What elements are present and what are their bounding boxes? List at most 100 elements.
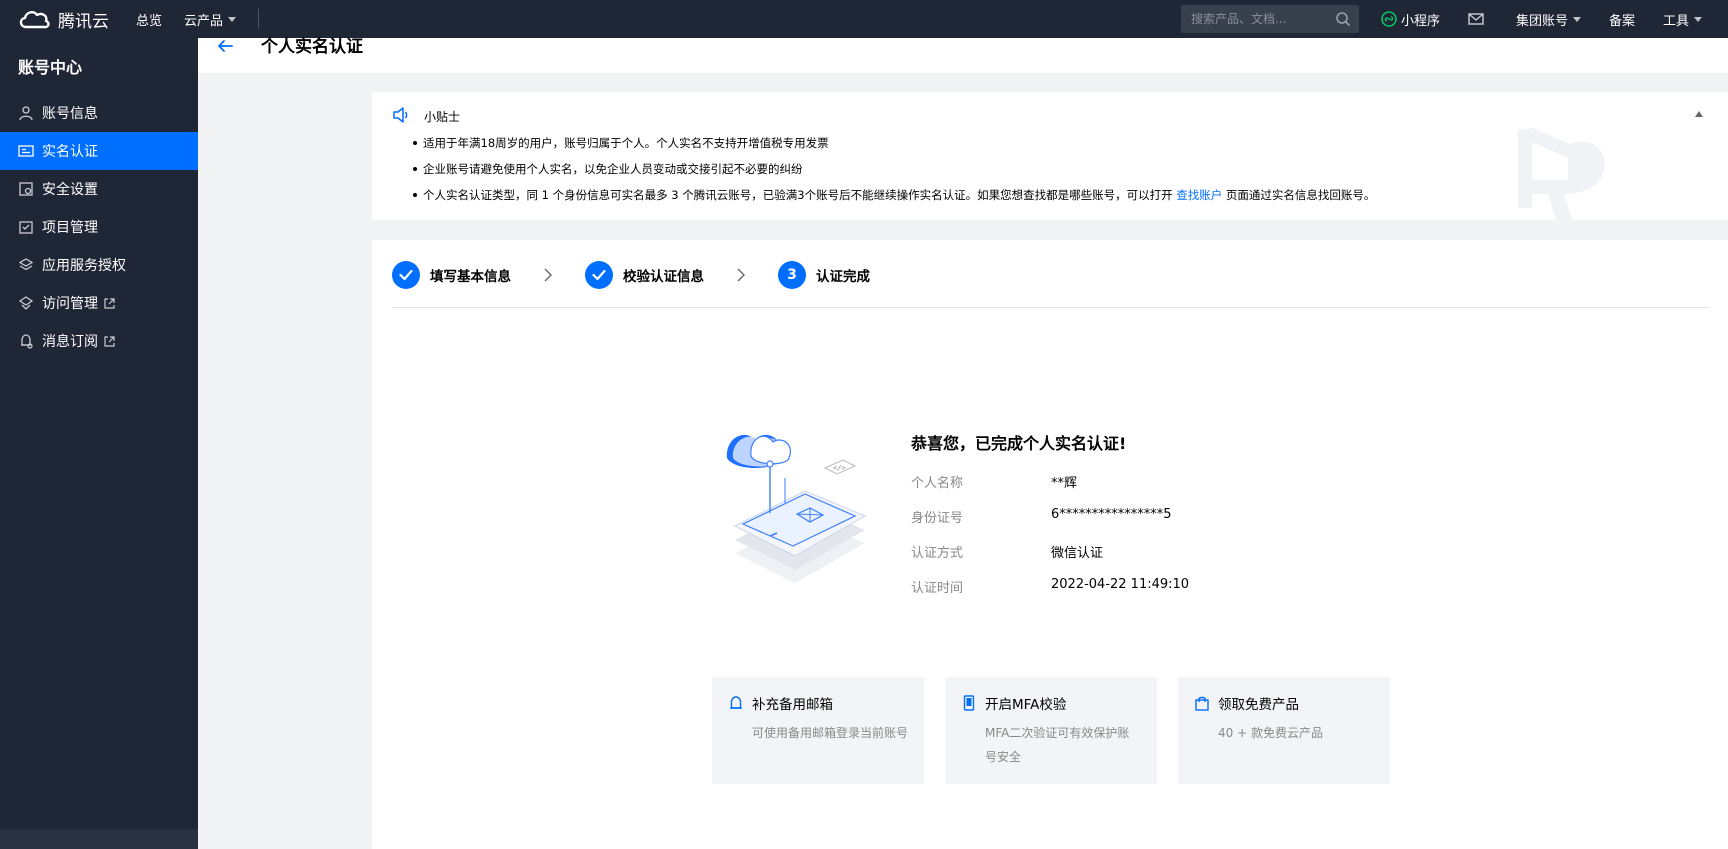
miniprogram-label: 小程序 [1400, 13, 1440, 29]
detail-row-method: 认证方式 微信认证 [911, 542, 1189, 577]
search-box[interactable] [1180, 5, 1359, 33]
feature-mfa[interactable]: 开启MFA校验 MFA二次验证可有效保护账号安全 [945, 677, 1157, 784]
detail-value: 微信认证 [1051, 546, 1104, 561]
step-number: 3 [778, 261, 806, 289]
feature-title: 领取免费产品 [1218, 697, 1299, 713]
detail-key: 身份证号 [911, 511, 964, 526]
step-label: 认证完成 [816, 269, 870, 285]
chevron-down-icon [1694, 16, 1702, 22]
verification-details: 个人名称 **辉 身份证号 6****************5 认证方式 微信… [911, 472, 1189, 612]
search-input[interactable] [1190, 12, 1331, 26]
tips-item: 适用于年满18周岁的用户，账号归属于个人。个人实名不支持开增值税专用发票 [413, 135, 1375, 161]
step-label: 校验认证信息 [623, 269, 704, 285]
find-account-link[interactable]: 查找账户 [1176, 188, 1222, 202]
sidebar-item-real-name[interactable]: 实名认证 [0, 132, 198, 170]
check-icon [585, 261, 613, 289]
sidebar-item-label: 实名认证 [42, 144, 98, 160]
feature-backup-email[interactable]: 补充备用邮箱 可使用备用邮箱登录当前账号 [712, 677, 924, 784]
detail-key: 认证方式 [911, 546, 964, 561]
success-title: 恭喜您，已完成个人实名认证! [911, 434, 1127, 453]
tools-menu[interactable]: 工具 [1663, 10, 1702, 29]
sidebar-item-app-auth[interactable]: 应用服务授权 [0, 246, 198, 284]
step-indicator: 填写基本信息 校验认证信息 3 认证完成 [392, 260, 870, 290]
detail-value: 2022-04-22 11:49:10 [1051, 577, 1190, 592]
page-title: 个人实名认证 [261, 37, 363, 57]
chevron-down-icon [228, 16, 237, 22]
sidebar-item-label: 应用服务授权 [42, 258, 126, 274]
sidebar-item-label: 安全设置 [42, 182, 98, 198]
step-verify-info: 校验认证信息 [585, 261, 704, 289]
brand-logo[interactable]: 腾讯云 [0, 7, 136, 32]
feature-desc: 40 + 款免费云产品 [1218, 726, 1323, 740]
access-icon [18, 296, 34, 310]
top-navbar: 腾讯云 总览 云产品 小程序 集团账号 [0, 0, 1728, 38]
phone-icon [963, 695, 975, 711]
sidebar-item-account-info[interactable]: 账号信息 [0, 94, 198, 132]
back-arrow-icon[interactable] [216, 38, 234, 72]
check-icon [392, 261, 420, 289]
tips-item-text: 个人实名认证类型，同 1 个身份信息可实名最多 3 个腾讯云账号，已验满3个账号… [423, 188, 1177, 202]
bell-icon [21, 334, 33, 349]
collapse-up-icon[interactable] [1695, 111, 1703, 117]
feature-title: 补充备用邮箱 [752, 697, 833, 713]
detail-value: **辉 [1051, 476, 1078, 491]
cloud-verification-illustration: </> [726, 434, 867, 583]
group-account-label: 集团账号 [1515, 13, 1568, 29]
miniprogram-link[interactable]: 小程序 [1381, 10, 1440, 29]
chevron-right-icon [544, 268, 552, 282]
sidebar-item-label: 消息订阅 [42, 334, 98, 350]
detail-value: 6****************5 [1051, 507, 1172, 522]
sidebar-item-access[interactable]: 访问管理 [0, 284, 198, 322]
sidebar-title: 账号中心 [18, 58, 83, 77]
project-icon [19, 221, 33, 234]
detail-key: 认证时间 [911, 581, 964, 596]
tips-item-text: 企业账号请避免使用个人实名，以免企业人员变动或交接引起不必要的纠纷 [423, 162, 803, 176]
shield-icon [19, 182, 33, 196]
miniprogram-icon [1381, 11, 1397, 27]
feature-cards: 补充备用邮箱 可使用备用邮箱登录当前账号 开启MFA校验 MFA二次验证可有效保… [712, 677, 1411, 784]
sidebar-item-projects[interactable]: 项目管理 [0, 208, 198, 246]
mail-icon [1468, 13, 1484, 25]
tips-title: 小贴士 [424, 110, 461, 124]
step-fill-basic-info: 填写基本信息 [392, 261, 511, 289]
sidebar: 账号中心 账号信息 实名认证 安全设置 项目管理 应用服务授权 访问管理 消息订… [0, 38, 198, 849]
cloud-logo-icon [19, 10, 50, 29]
detail-row-name: 个人名称 **辉 [911, 472, 1189, 507]
chevron-down-icon [1572, 16, 1581, 22]
external-link-icon [104, 335, 115, 347]
id-card-icon [18, 145, 34, 157]
mail-button[interactable] [1468, 12, 1488, 26]
feature-desc: 可使用备用邮箱登录当前账号 [752, 726, 909, 740]
tools-label: 工具 [1662, 13, 1689, 29]
sidebar-item-label: 访问管理 [42, 296, 98, 312]
tips-item-text: 适用于年满18周岁的用户，账号归属于个人。个人实名不支持开增值税专用发票 [423, 136, 829, 150]
record-link[interactable]: 备案 [1609, 10, 1635, 29]
external-link-icon [104, 297, 115, 309]
sidebar-item-subscription[interactable]: 消息订阅 [0, 322, 198, 360]
step-label: 填写基本信息 [430, 269, 511, 285]
nav-products-label: 云产品 [184, 13, 224, 29]
detail-row-time: 认证时间 2022-04-22 11:49:10 [911, 577, 1189, 612]
divider [392, 307, 1708, 308]
nav-overview[interactable]: 总览 [136, 10, 162, 29]
detail-key: 个人名称 [911, 476, 964, 491]
search-icon[interactable] [1335, 11, 1351, 27]
tips-list: 适用于年满18周岁的用户，账号归属于个人。个人实名不支持开增值税专用发票 企业账… [413, 135, 1375, 213]
nav-divider [258, 9, 260, 29]
sidebar-item-label: 账号信息 [42, 106, 98, 122]
megaphone-watermark-icon [1518, 128, 1605, 220]
feature-title: 开启MFA校验 [985, 697, 1067, 713]
tips-item: 企业账号请避免使用个人实名，以免企业人员变动或交接引起不必要的纠纷 [413, 161, 1375, 187]
layers-icon [18, 258, 34, 271]
sidebar-item-label: 项目管理 [42, 220, 98, 236]
nav-products[interactable]: 云产品 [184, 10, 237, 29]
bell-icon [730, 696, 742, 709]
group-account-menu[interactable]: 集团账号 [1516, 10, 1581, 29]
feature-free-products[interactable]: 领取免费产品 40 + 款免费云产品 [1178, 677, 1390, 784]
sidebar-item-security[interactable]: 安全设置 [0, 170, 198, 208]
step-complete: 3 认证完成 [778, 261, 870, 289]
svg-text:</>: </> [833, 464, 846, 472]
page-header: 个人实名认证 [198, 37, 1728, 73]
tips-item: 个人实名认证类型，同 1 个身份信息可实名最多 3 个腾讯云账号，已验满3个账号… [413, 187, 1375, 213]
feature-desc: MFA二次验证可有效保护账号安全 [985, 726, 1130, 764]
